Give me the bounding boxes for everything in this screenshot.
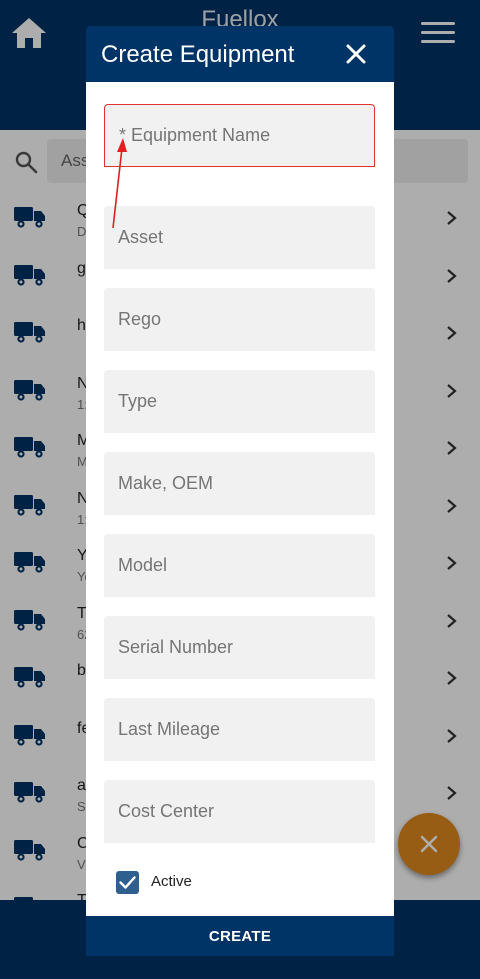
equipment-name-field[interactable]	[104, 104, 375, 167]
type-field[interactable]	[104, 370, 375, 433]
last-mileage-field[interactable]	[104, 698, 375, 761]
close-icon[interactable]	[345, 43, 367, 65]
serial-number-field[interactable]	[104, 616, 375, 679]
make-oem-field[interactable]	[104, 452, 375, 515]
modal-header: Create Equipment	[86, 26, 394, 82]
active-label: Active	[151, 873, 192, 890]
modal-body: Active	[86, 82, 394, 916]
modal-title: Create Equipment	[101, 41, 295, 68]
check-icon	[119, 876, 136, 889]
active-checkbox[interactable]	[116, 871, 139, 894]
cost-center-field[interactable]	[104, 780, 375, 843]
model-field[interactable]	[104, 534, 375, 597]
asset-field[interactable]	[104, 206, 375, 269]
rego-field[interactable]	[104, 288, 375, 351]
create-button[interactable]: CREATE	[86, 916, 394, 956]
